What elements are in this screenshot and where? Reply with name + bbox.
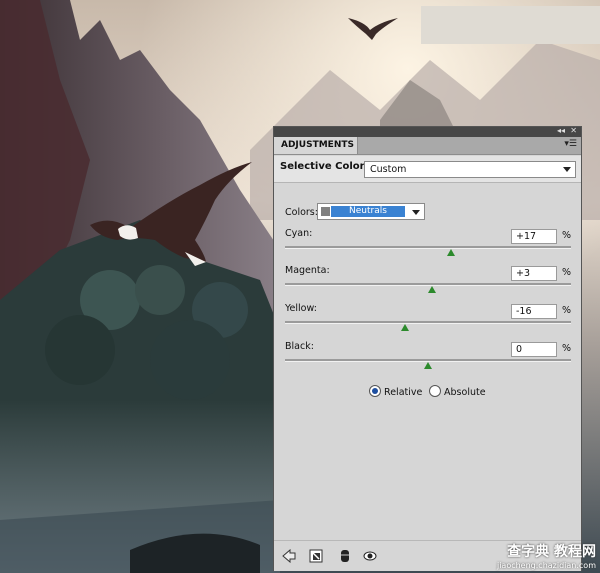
clip-to-layer-icon[interactable] [309,549,323,563]
percent-unit: % [562,305,572,316]
slider-yellow: Yellow: -16 % [274,303,581,339]
chevron-down-icon [563,167,571,172]
chevron-down-icon [412,210,420,215]
slider-thumb[interactable] [446,249,455,256]
adjustments-panel: ◂◂ ✕ ADJUSTMENTS ▾☰ Selective Color Cust… [273,126,582,571]
slider-label: Yellow: [285,303,317,314]
watermark: 查字典 教程网 jiaocheng.chazidian.com [497,541,596,570]
absolute-label: Absolute [444,387,486,398]
adjustment-title: Selective Color [280,161,365,172]
yellow-value-field[interactable]: -16 [511,304,557,319]
relative-radio[interactable] [369,385,381,397]
slider-label: Black: [285,341,314,352]
panel-tab-row: ADJUSTMENTS ▾☰ [274,137,581,155]
close-icon[interactable]: ✕ [570,126,577,136]
colors-select[interactable]: Neutrals [317,203,425,220]
color-swatch [321,207,330,216]
slider-thumb[interactable] [424,362,432,369]
slider-black: Black: 0 % [274,341,581,377]
slider-track[interactable] [285,321,571,324]
absolute-option[interactable]: Absolute [429,385,486,398]
watermark-title: 查字典 教程网 [507,544,596,560]
absolute-radio[interactable] [429,385,441,397]
relative-option[interactable]: Relative [369,385,422,398]
colors-label: Colors: [285,207,318,218]
tab-adjustments[interactable]: ADJUSTMENTS [274,137,358,154]
black-value-field[interactable]: 0 [511,342,557,357]
relative-label: Relative [384,387,423,398]
percent-unit: % [562,343,572,354]
watermark-url: jiaocheng.chazidian.com [496,561,596,570]
slider-label: Cyan: [285,228,313,239]
percent-unit: % [562,267,572,278]
back-arrow-icon[interactable] [282,549,296,563]
colors-value: Neutrals [331,206,405,217]
slider-label: Magenta: [285,265,330,276]
slider-thumb[interactable] [428,286,437,293]
visibility-eye-icon[interactable] [338,549,352,563]
slider-track[interactable] [285,246,571,249]
preset-value: Custom [370,164,407,175]
magenta-value-field[interactable]: +3 [511,266,557,281]
gray-placeholder-box [421,6,600,44]
slider-thumb[interactable] [401,324,410,331]
percent-unit: % [562,230,572,241]
panel-menu-icon[interactable]: ▾☰ [564,139,577,149]
view-previous-icon[interactable] [363,549,377,563]
panel-title-bar[interactable]: ◂◂ ✕ [274,126,581,137]
adjustment-header: Selective Color Custom [274,156,581,183]
slider-cyan: Cyan: +17 % [274,228,581,264]
preset-select[interactable]: Custom [364,161,576,178]
slider-magenta: Magenta: +3 % [274,265,581,301]
cyan-value-field[interactable]: +17 [511,229,557,244]
double-arrow-icon[interactable]: ◂◂ [557,126,565,136]
